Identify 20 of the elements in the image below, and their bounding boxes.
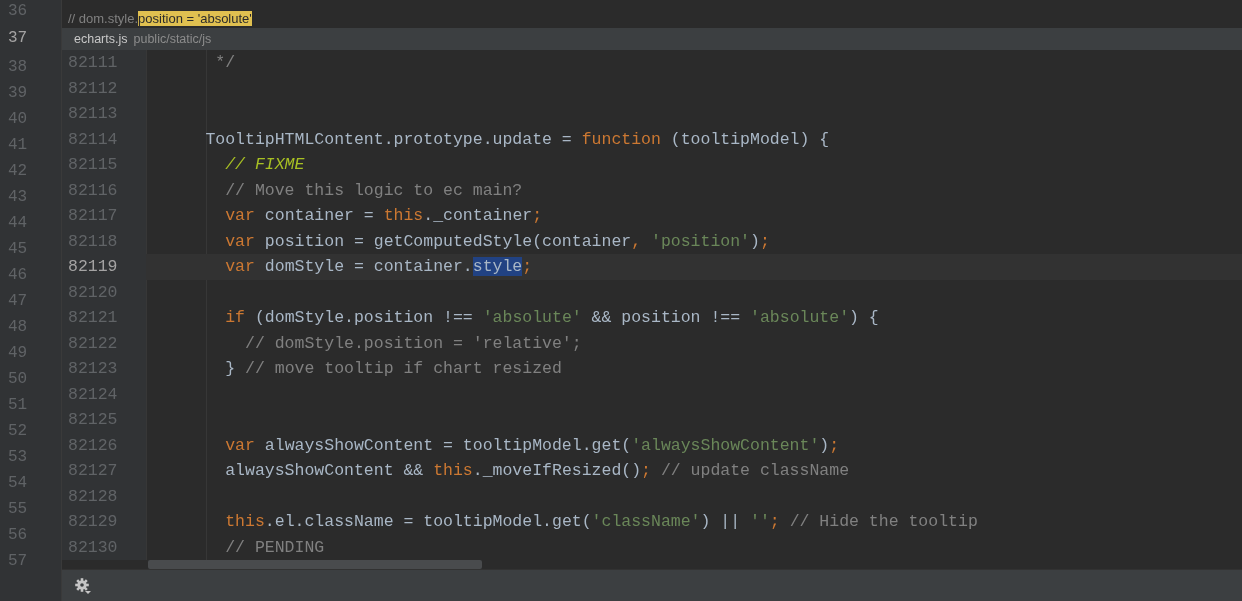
settings-icon[interactable] — [74, 576, 92, 595]
file-path: public/static/js — [133, 32, 212, 46]
code-line: */ — [214, 53, 236, 73]
code-line: alwaysShowContent && this._moveIfResized(); // update className — [224, 461, 850, 481]
code-line: var alwaysShowContent = tooltipModel.get('alwaysShowContent'); — [224, 435, 840, 455]
code-line: TooltipHTMLContent.prototype.update = function (tooltipModel) { — [204, 129, 830, 149]
scrollbar-thumb[interactable] — [148, 560, 482, 569]
code-line: // PENDING — [224, 537, 325, 557]
code-line: this.el.className = tooltipModel.get('className') || ''; // Hide the tooltip — [224, 512, 978, 532]
code-line: } // move tooltip if chart resized — [224, 359, 562, 379]
line-number: 37 — [7, 28, 29, 49]
code-line: var domStyle = container.style; — [224, 257, 533, 277]
code-line: // dom.style.position = 'absolute' — [68, 11, 252, 27]
code-line: // domStyle.position = 'relative'; — [244, 333, 582, 353]
code-line: // FIXME — [224, 155, 305, 175]
code-line: // Move this logic to ec main? — [224, 180, 523, 200]
code-line: var position = getComputedStyle(container, 'position'); — [224, 231, 770, 251]
file-name: echarts.js — [74, 32, 128, 46]
code-line: if (domStyle.position !== 'absolute' && position !== 'absolute') { — [224, 308, 879, 328]
code-line: var container = this._container; — [224, 206, 543, 226]
